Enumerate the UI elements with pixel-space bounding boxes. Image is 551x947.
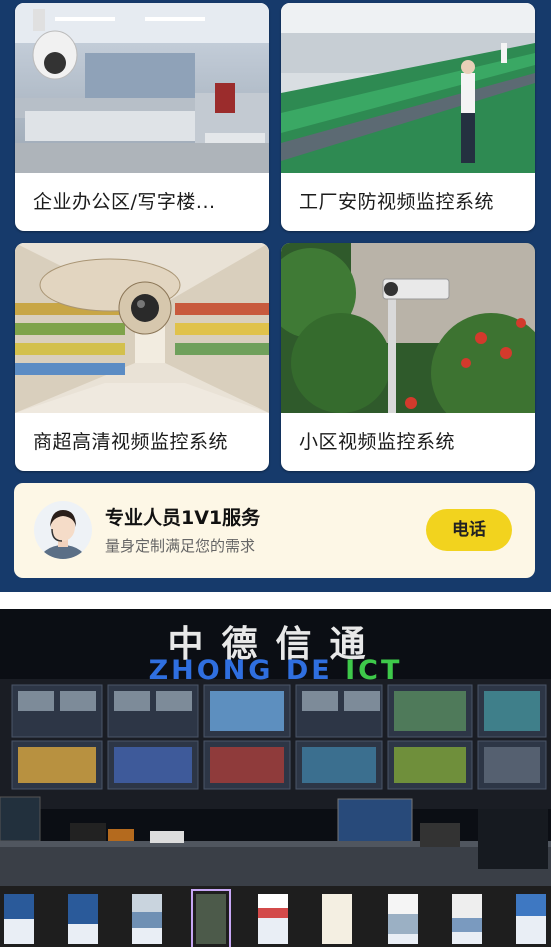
residential-image (281, 243, 535, 413)
divider (0, 592, 551, 609)
one-on-one-service-card: 专业人员1V1服务 量身定制满足您的需求 电话 (14, 483, 535, 578)
thumbnail-7[interactable] (388, 894, 418, 944)
panel-bottom (0, 580, 551, 592)
thumbnail-4-selected[interactable] (191, 889, 231, 947)
agent-avatar (34, 501, 92, 559)
company-name-en-part2: ICT (345, 655, 403, 686)
thumbnail-strip (0, 886, 551, 947)
supermarket-surveillance-card[interactable]: 商超高清视频监控系统 (15, 243, 269, 471)
factory-surveillance-card[interactable]: 工厂安防视频监控系统 (281, 3, 535, 231)
service-title: 专业人员1V1服务 (105, 507, 261, 529)
thumbnail-5[interactable] (258, 894, 288, 944)
thumbnail-8[interactable] (452, 894, 482, 944)
thumbnail-6[interactable] (322, 894, 352, 944)
thumbnail-3[interactable] (132, 894, 162, 944)
residential-surveillance-card[interactable]: 小区视频监控系统 (281, 243, 535, 471)
company-name-en-part1: ZHONG DE (148, 655, 346, 686)
card-label: 商超高清视频监控系统 (33, 431, 229, 453)
card-label: 工厂安防视频监控系统 (299, 191, 495, 213)
factory-image (281, 3, 535, 173)
thumbnail-2[interactable] (68, 894, 98, 944)
office-image (15, 3, 269, 173)
monitoring-center-banner: 中德信通 ZHONG DE ICT (0, 609, 551, 886)
call-button[interactable]: 电话 (426, 509, 512, 551)
thumbnail-1[interactable] (4, 894, 34, 944)
office-surveillance-card[interactable]: 企业办公区/写字楼... (15, 3, 269, 231)
service-subtitle: 量身定制满足您的需求 (105, 537, 256, 555)
card-label: 企业办公区/写字楼... (33, 191, 216, 213)
company-name-en: ZHONG DE ICT (0, 655, 551, 686)
thumbnail-9[interactable] (516, 894, 546, 944)
card-label: 小区视频监控系统 (299, 431, 456, 453)
supermarket-image (15, 243, 269, 413)
